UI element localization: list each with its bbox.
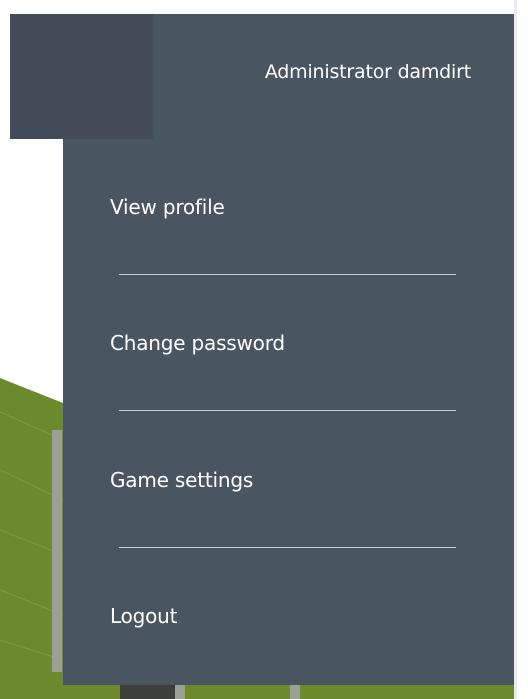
header-left-block <box>10 14 153 139</box>
screen: Administrator damdirt View profile Chang… <box>0 0 528 699</box>
logout-link[interactable]: Logout <box>110 601 470 631</box>
change-password-link[interactable]: Change password <box>110 328 470 358</box>
game-settings-link[interactable]: Game settings <box>110 465 470 495</box>
menu-divider <box>119 274 456 275</box>
menu-divider <box>119 547 456 548</box>
user-menu-toggle[interactable]: Administrator damdirt <box>153 14 471 130</box>
view-profile-link[interactable]: View profile <box>110 192 470 222</box>
right-margin-edge <box>514 0 517 699</box>
menu-divider <box>119 410 456 411</box>
